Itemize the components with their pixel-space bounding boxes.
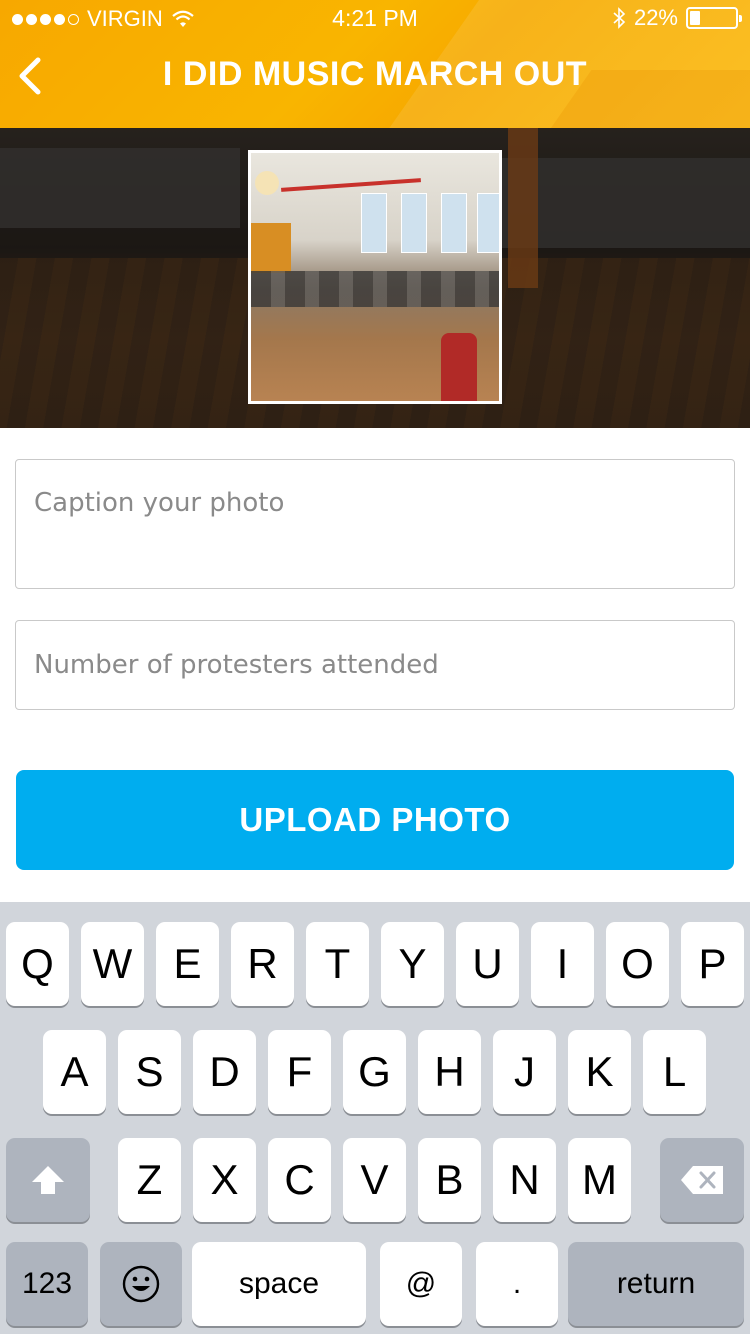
protesters-input[interactable] <box>16 621 734 709</box>
key-l[interactable]: L <box>643 1030 706 1114</box>
key-j[interactable]: J <box>493 1030 556 1114</box>
key-g[interactable]: G <box>343 1030 406 1114</box>
battery-fill <box>690 11 700 25</box>
key-a[interactable]: A <box>43 1030 106 1114</box>
shift-arrow-icon <box>32 1166 64 1194</box>
emoji-key[interactable] <box>100 1242 182 1326</box>
key-f[interactable]: F <box>268 1030 331 1114</box>
shift-key[interactable] <box>6 1138 90 1222</box>
emoji-icon <box>122 1265 160 1303</box>
key-y[interactable]: Y <box>381 922 444 1006</box>
key-c[interactable]: C <box>268 1138 331 1222</box>
backspace-icon <box>681 1166 723 1194</box>
period-key[interactable]: . <box>476 1242 558 1326</box>
bluetooth-icon <box>613 7 626 29</box>
key-m[interactable]: M <box>568 1138 631 1222</box>
key-q[interactable]: Q <box>6 922 69 1006</box>
protesters-field[interactable] <box>15 620 735 710</box>
key-p[interactable]: P <box>681 922 744 1006</box>
caption-field[interactable] <box>15 459 735 589</box>
key-o[interactable]: O <box>606 922 669 1006</box>
space-key[interactable]: space <box>192 1242 366 1326</box>
key-e[interactable]: E <box>156 922 219 1006</box>
numbers-key[interactable]: 123 <box>6 1242 88 1326</box>
key-k[interactable]: K <box>568 1030 631 1114</box>
keyboard: QWERTYUIOP ASDFGHJKL ZXCVBNM 123 space @… <box>0 902 750 1334</box>
key-s[interactable]: S <box>118 1030 181 1114</box>
header-bar: VIRGIN 4:21 PM 22% I DID MUSIC MARCH OUT <box>0 0 750 128</box>
key-i[interactable]: I <box>531 922 594 1006</box>
status-right: 22% <box>612 5 742 31</box>
key-x[interactable]: X <box>193 1138 256 1222</box>
upload-photo-button[interactable]: UPLOAD PHOTO <box>16 770 734 870</box>
photo-thumbnail[interactable] <box>248 150 502 404</box>
key-r[interactable]: R <box>231 922 294 1006</box>
key-z[interactable]: Z <box>118 1138 181 1222</box>
delete-key[interactable] <box>660 1138 744 1222</box>
key-v[interactable]: V <box>343 1138 406 1222</box>
key-u[interactable]: U <box>456 922 519 1006</box>
at-key[interactable]: @ <box>380 1242 462 1326</box>
page-title: I DID MUSIC MARCH OUT <box>162 55 588 93</box>
key-n[interactable]: N <box>493 1138 556 1222</box>
battery-percent: 22% <box>633 5 678 30</box>
battery-icon <box>686 7 742 29</box>
caption-input[interactable] <box>16 460 734 588</box>
status-bar: VIRGIN 4:21 PM 22% <box>0 0 750 36</box>
key-h[interactable]: H <box>418 1030 481 1114</box>
key-d[interactable]: D <box>193 1030 256 1114</box>
return-key[interactable]: return <box>568 1242 744 1326</box>
key-w[interactable]: W <box>81 922 144 1006</box>
key-b[interactable]: B <box>418 1138 481 1222</box>
key-t[interactable]: T <box>306 922 369 1006</box>
